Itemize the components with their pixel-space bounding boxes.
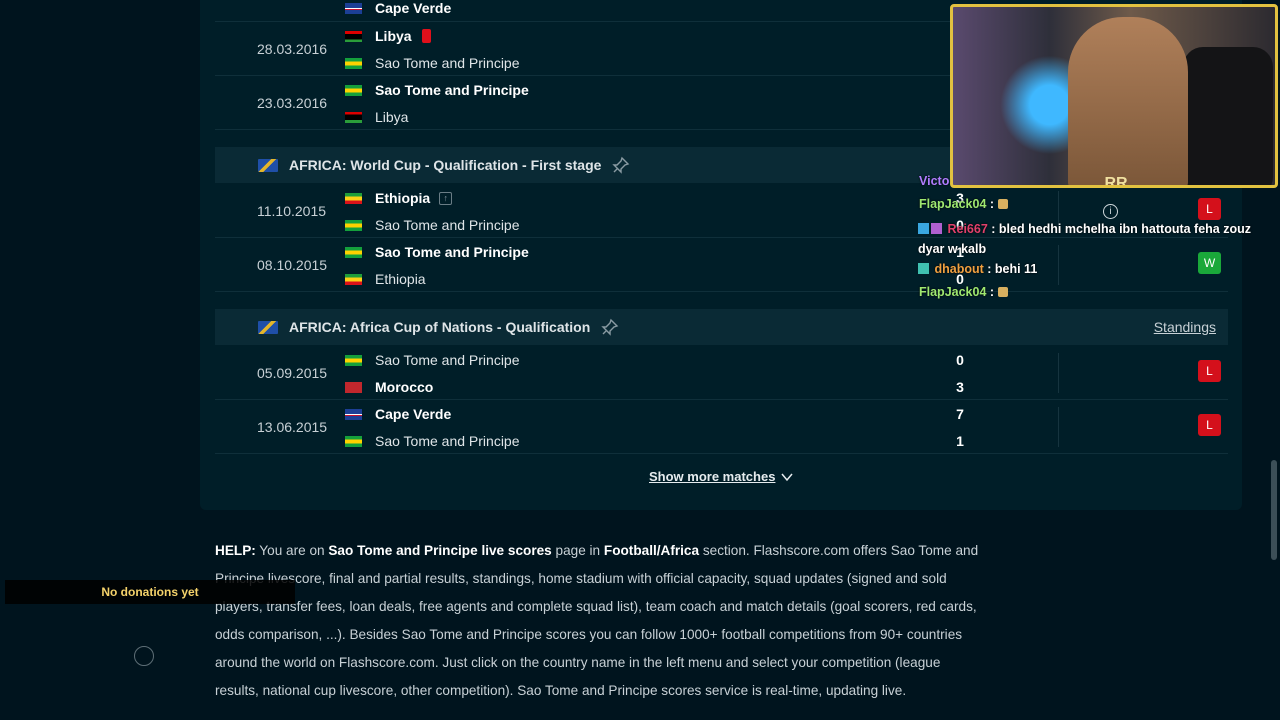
- match-row[interactable]: 05.09.2015 Sao Tome and Principe Morocco…: [215, 346, 1228, 400]
- sao-tome-flag-icon: [345, 246, 362, 258]
- divider: [1058, 407, 1059, 447]
- home-score: 7: [956, 406, 964, 422]
- help-text: HELP: You are on Sao Tome and Principe l…: [215, 543, 979, 698]
- sao-tome-flag-icon: [345, 57, 362, 69]
- match-date: 11.10.2015: [257, 203, 327, 219]
- ethiopia-flag-icon: [345, 273, 362, 285]
- cape-verde-flag-icon: [345, 2, 362, 14]
- away-score: 3: [956, 379, 964, 395]
- chat-message: Rei667 : bled hedhi mchelha ibn hattouta…: [918, 222, 1251, 256]
- pin-icon[interactable]: [611, 155, 631, 175]
- league-name[interactable]: AFRICA: World Cup - Qualification - Firs…: [289, 157, 601, 173]
- red-card-icon: [421, 29, 431, 43]
- away-team: Sao Tome and Principe: [345, 53, 520, 73]
- arrow-up-icon: ↑: [439, 191, 453, 205]
- divider: [1058, 353, 1059, 393]
- chat-message: dhabout : behi 11: [918, 262, 1037, 276]
- emote-icon: [997, 199, 1008, 209]
- chair: [1183, 47, 1273, 185]
- ethiopia-flag-icon: [345, 192, 362, 204]
- away-team: Sao Tome and Principe: [345, 431, 520, 451]
- match-date: 23.03.2016: [257, 95, 328, 111]
- info-icon[interactable]: i: [1103, 204, 1118, 219]
- chat-message: Victo: [919, 174, 950, 188]
- away-score: 1: [956, 433, 964, 449]
- webcam-overlay: RR: [950, 4, 1278, 188]
- sao-tome-flag-icon: [345, 435, 362, 447]
- badge-icon: [918, 263, 929, 274]
- badge-icon: [918, 223, 929, 234]
- cape-verde-flag-icon: [345, 408, 362, 420]
- result-badge: L: [1198, 414, 1221, 436]
- show-more-matches-button[interactable]: Show more matches: [649, 469, 794, 484]
- chat-message: FlapJack04 :: [919, 197, 1008, 211]
- home-team: Sao Tome and Principe: [345, 242, 529, 262]
- match-date: 28.03.2016: [257, 41, 328, 57]
- away-team: Sao Tome and Principe: [345, 215, 520, 235]
- morocco-flag-icon: [345, 381, 362, 393]
- home-team: Cape Verde: [345, 0, 451, 18]
- pin-icon[interactable]: [600, 317, 620, 337]
- match-date: 13.06.2015: [257, 419, 328, 435]
- away-team: Ethiopia: [345, 269, 426, 289]
- home-team: Sao Tome and Principe: [345, 80, 529, 100]
- chat-message: FlapJack04 :: [919, 285, 1008, 299]
- match-row[interactable]: 13.06.2015 Cape Verde Sao Tome and Princ…: [215, 400, 1228, 454]
- result-badge: L: [1198, 360, 1221, 382]
- away-team: Libya: [345, 107, 408, 127]
- home-team: Sao Tome and Principe: [345, 350, 520, 370]
- sao-tome-flag-icon: [345, 219, 362, 231]
- home-team: Cape Verde: [345, 404, 451, 424]
- loading-ring-icon: [134, 646, 154, 666]
- home-team: Ethiopia ↑: [345, 188, 453, 208]
- home-score: 0: [956, 352, 964, 368]
- streamer: [1068, 17, 1188, 185]
- match-date: 08.10.2015: [257, 257, 328, 273]
- standings-link[interactable]: Standings: [1154, 319, 1216, 335]
- home-team: Libya: [345, 26, 431, 46]
- sao-tome-flag-icon: [345, 84, 362, 96]
- donations-widget: No donations yet: [5, 580, 295, 604]
- libya-flag-icon: [345, 111, 362, 123]
- africa-flag-icon: [258, 320, 278, 334]
- league-header[interactable]: AFRICA: Africa Cup of Nations - Qualific…: [215, 309, 1228, 345]
- africa-flag-icon: [258, 158, 278, 172]
- channel-logo: RR: [1104, 175, 1128, 188]
- libya-flag-icon: [345, 30, 362, 42]
- sao-tome-flag-icon: [345, 354, 362, 366]
- match-date: 05.09.2015: [257, 365, 328, 381]
- chevron-down-icon: [781, 473, 794, 481]
- scrollbar[interactable]: [1271, 460, 1277, 560]
- away-team: Morocco: [345, 377, 433, 397]
- emote-icon: [997, 287, 1008, 297]
- result-badge: L: [1198, 198, 1221, 220]
- league-name[interactable]: AFRICA: Africa Cup of Nations - Qualific…: [289, 319, 590, 335]
- badge-icon: [931, 223, 942, 234]
